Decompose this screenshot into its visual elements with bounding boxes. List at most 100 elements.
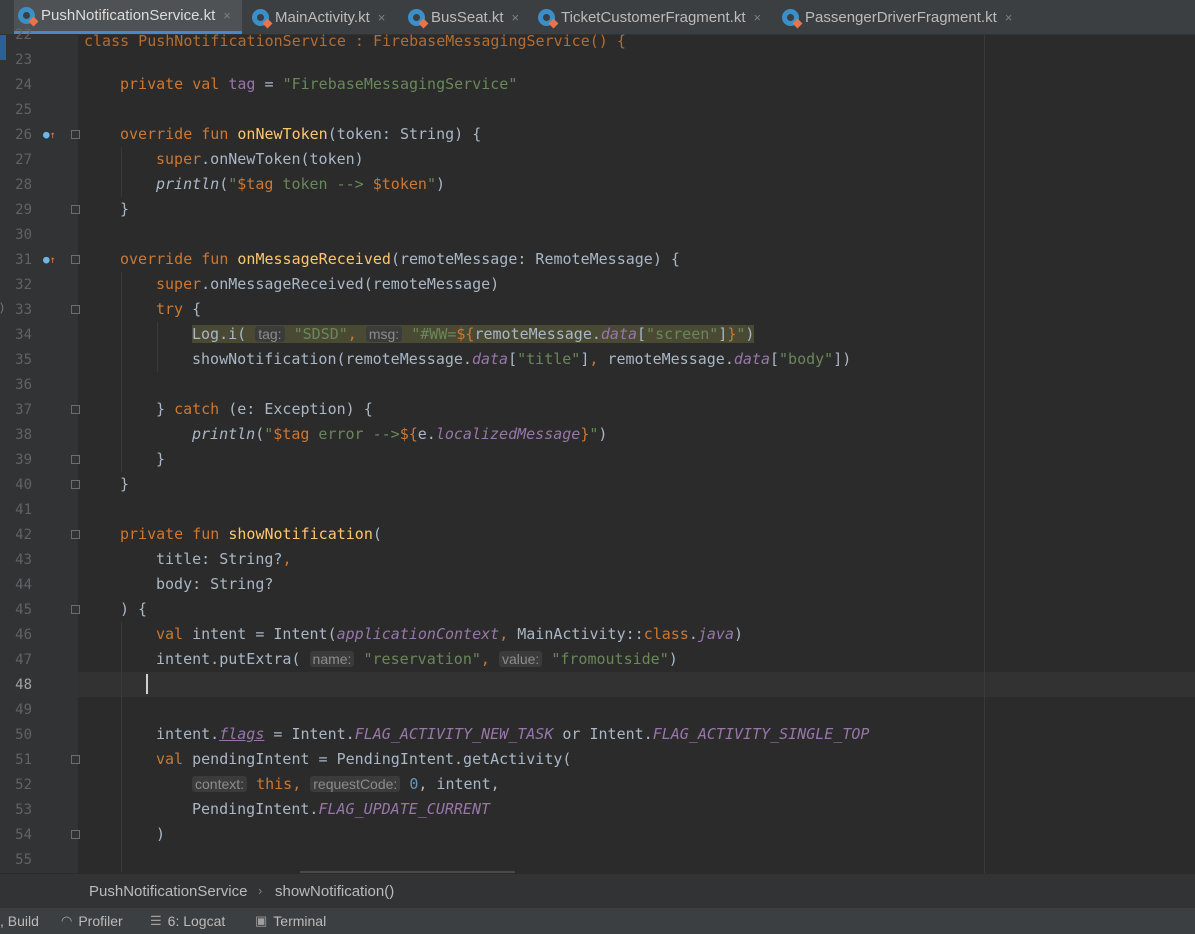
code-text: intent.: [156, 725, 220, 743]
string-literal: "SDSD": [293, 325, 348, 343]
close-icon[interactable]: ×: [378, 10, 386, 25]
code-line-52[interactable]: context: this, requestCode: 0, intent,: [84, 772, 1195, 797]
kotlin-file-icon: [408, 8, 425, 26]
fold-marker[interactable]: [71, 255, 80, 264]
fold-marker[interactable]: [71, 130, 80, 139]
build-tool-button[interactable]: , Build: [0, 913, 39, 929]
logcat-tool-button[interactable]: ☰ 6: Logcat: [150, 913, 225, 929]
code-line-39[interactable]: }: [84, 447, 1195, 472]
keyword: try: [156, 300, 184, 318]
terminal-tool-button[interactable]: ▣ Terminal: [255, 913, 326, 929]
constant: FLAG_ACTIVITY_SINGLE_TOP: [652, 725, 870, 743]
code-line-29[interactable]: }: [84, 197, 1195, 222]
code-text: title: String?: [156, 550, 283, 568]
tab-label: MainActivity.kt: [275, 8, 370, 26]
string-literal: ": [264, 425, 274, 443]
fold-marker[interactable]: [71, 605, 80, 614]
terminal-icon: ▣: [255, 913, 268, 928]
code-line-53[interactable]: PendingIntent.FLAG_UPDATE_CURRENT: [84, 797, 1195, 822]
code-text: }: [120, 200, 130, 218]
code-text: pendingIntent = PendingIntent.getActivit…: [192, 750, 572, 768]
property-name: data: [733, 350, 770, 368]
code-line-37[interactable]: } catch (e: Exception) {: [84, 397, 1195, 422]
function-name: println: [156, 175, 220, 193]
code-line-24[interactable]: private val tag = "FirebaseMessagingServ…: [84, 72, 1195, 97]
code-text: ): [435, 175, 445, 193]
code-line-32[interactable]: super.onMessageReceived(remoteMessage): [84, 272, 1195, 297]
code-line-28[interactable]: println("$tag token --> $token"): [84, 172, 1195, 197]
property-name: localizedMessage: [435, 425, 581, 443]
line-number: 24: [15, 77, 32, 93]
code-line-35[interactable]: showNotification(remoteMessage.data["tit…: [84, 347, 1195, 372]
line-number: 50: [15, 727, 32, 743]
comma: ,: [589, 350, 608, 368]
code-line-54[interactable]: ): [84, 822, 1195, 847]
code-line-26[interactable]: override fun onNewToken(token: String) {: [84, 122, 1195, 147]
property-name: data: [600, 325, 638, 343]
code-text: [: [770, 350, 780, 368]
close-icon[interactable]: ×: [754, 10, 762, 25]
template-brace: ${: [456, 325, 475, 343]
code-line-31[interactable]: override fun onMessageReceived(remoteMes…: [84, 247, 1195, 272]
profiler-tool-button[interactable]: ◠ Profiler: [61, 913, 123, 929]
line-number: 27: [15, 152, 32, 168]
code-text: intent = Intent(: [192, 625, 337, 643]
function-name: onMessageReceived: [237, 250, 391, 268]
code-text: remoteMessage.: [474, 325, 601, 343]
line-number: 26: [15, 127, 32, 143]
kotlin-file-icon: [18, 7, 35, 24]
function-name: println: [192, 425, 256, 443]
kotlin-file-icon: [252, 8, 269, 26]
code-line-50[interactable]: intent.flags = Intent.FLAG_ACTIVITY_NEW_…: [84, 722, 1195, 747]
fold-marker[interactable]: [71, 530, 80, 539]
code-text: , intent,: [418, 775, 500, 793]
code-line-40[interactable]: }: [84, 472, 1195, 497]
code-line-22[interactable]: class PushNotificationService : Firebase…: [84, 29, 1195, 54]
code-text: }: [156, 450, 166, 468]
code-text: PendingIntent.: [192, 800, 319, 818]
parameter-hint: tag:: [255, 326, 285, 342]
code-text: .onNewToken(token): [201, 150, 364, 168]
code-line-47[interactable]: intent.putExtra( name: "reservation", va…: [84, 647, 1195, 672]
fold-marker[interactable]: [71, 480, 80, 489]
fold-marker[interactable]: [71, 455, 80, 464]
code-text: (: [372, 525, 382, 543]
fold-marker[interactable]: [71, 305, 80, 314]
code-line-27[interactable]: super.onNewToken(token): [84, 147, 1195, 172]
fold-marker[interactable]: [71, 405, 80, 414]
code-line-45[interactable]: ) {: [84, 597, 1195, 622]
logcat-icon: ☰: [150, 913, 162, 928]
code-text: intent.putExtra(: [156, 650, 301, 668]
code-text: e.: [417, 425, 436, 443]
code-line-42[interactable]: private fun showNotification(: [84, 522, 1195, 547]
string-literal: "screen": [646, 325, 719, 343]
tab-label: PassengerDriverFragment.kt: [805, 8, 997, 26]
code-line-46[interactable]: val intent = Intent(applicationContext, …: [84, 622, 1195, 647]
override-method-icon[interactable]: ●↑: [43, 128, 56, 141]
current-line-highlight: [78, 672, 1195, 697]
code-text: ): [156, 825, 166, 843]
fold-marker[interactable]: [71, 205, 80, 214]
keyword: catch: [174, 400, 220, 418]
code-line-51[interactable]: val pendingIntent = PendingIntent.getAct…: [84, 747, 1195, 772]
template-brace: ${: [399, 425, 418, 443]
close-icon[interactable]: ×: [1005, 10, 1013, 25]
code-line-33[interactable]: try {: [84, 297, 1195, 322]
keyword: val: [156, 750, 193, 768]
code-line-43[interactable]: title: String?,: [84, 547, 1195, 572]
breadcrumb-class[interactable]: PushNotificationService: [89, 883, 247, 900]
code-line-38[interactable]: println("$tag error -->${e.localizedMess…: [84, 422, 1195, 447]
close-icon[interactable]: ×: [223, 8, 231, 23]
code-line-44[interactable]: body: String?: [84, 572, 1195, 597]
code-text: ]: [718, 325, 728, 343]
code-text: ): [598, 425, 608, 443]
close-icon[interactable]: ×: [512, 10, 520, 25]
breadcrumb-method[interactable]: showNotification(): [275, 883, 394, 900]
constant: FLAG_ACTIVITY_NEW_TASK: [354, 725, 554, 743]
code-line-34[interactable]: Log.i( tag: "SDSD", msg: "#WW=${remoteMe…: [84, 322, 1195, 347]
override-method-icon[interactable]: ●↑: [43, 253, 56, 266]
line-number: 30: [15, 227, 32, 243]
line-number: 33: [15, 302, 32, 318]
fold-marker[interactable]: [71, 830, 80, 839]
fold-marker[interactable]: [71, 755, 80, 764]
